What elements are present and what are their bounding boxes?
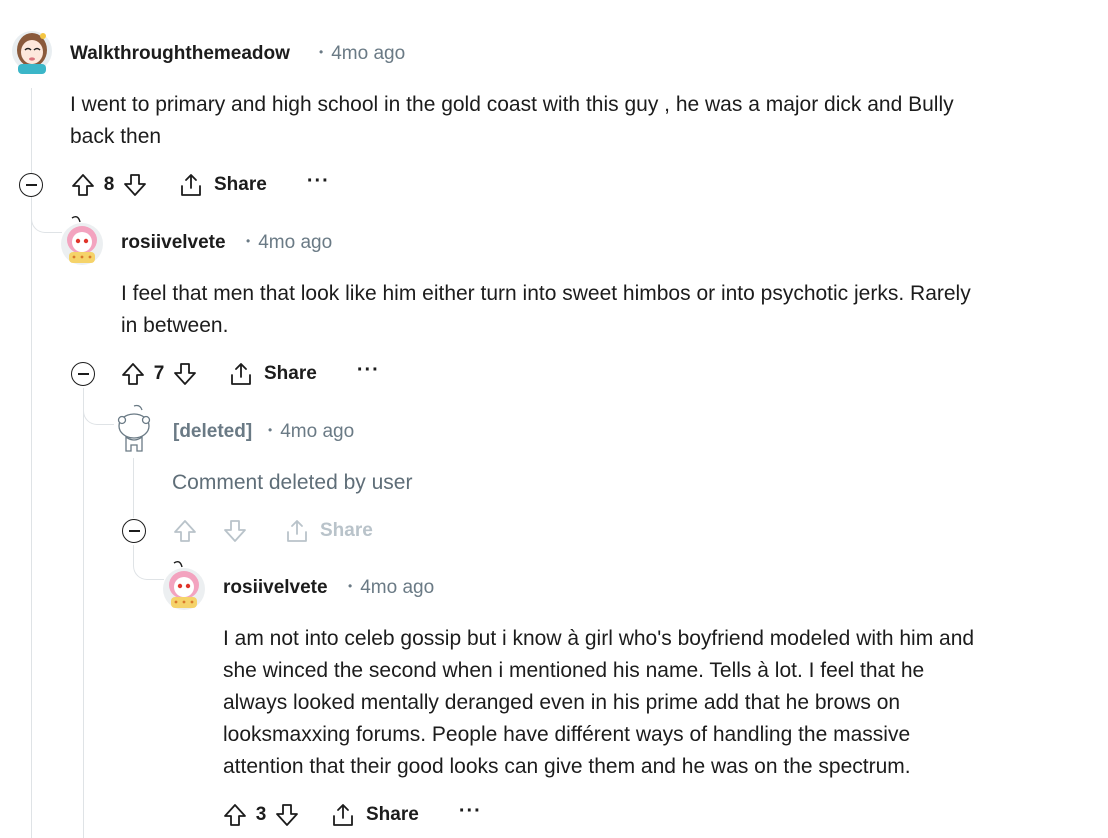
share-button: Share bbox=[284, 518, 373, 544]
comment-body-line: looksmaxxing forums. People have différe… bbox=[223, 723, 911, 746]
share-label: Share bbox=[320, 520, 373, 541]
timestamp-text: 4mo ago bbox=[258, 232, 333, 253]
share-icon bbox=[181, 174, 201, 196]
comment-action-bar: 8 Share ··· bbox=[70, 168, 330, 202]
collapse-thread-button[interactable] bbox=[71, 362, 95, 386]
thread-curve-2 bbox=[83, 388, 114, 425]
comment-body-line: I am not into celeb gossip but i know à … bbox=[223, 627, 975, 650]
meta-separator: • bbox=[348, 579, 353, 593]
timestamp-text: 4mo ago bbox=[331, 43, 406, 64]
comment-timestamp: • 4mo ago bbox=[348, 577, 434, 599]
comment-action-bar: Share bbox=[172, 514, 373, 548]
downvote-icon[interactable] bbox=[172, 361, 198, 387]
share-icon bbox=[231, 363, 251, 385]
thread-line-level1 bbox=[83, 388, 84, 838]
avatar[interactable] bbox=[10, 26, 54, 76]
comment-body-line: in between. bbox=[121, 314, 229, 337]
upvote-icon bbox=[172, 518, 198, 544]
share-label: Share bbox=[366, 804, 419, 825]
thread-line-level2 bbox=[133, 458, 134, 518]
more-options-button[interactable]: ··· bbox=[357, 359, 380, 382]
comment-author: [deleted] bbox=[173, 421, 253, 442]
thread-curve-1 bbox=[31, 200, 62, 233]
comment-timestamp: • 4mo ago bbox=[268, 421, 354, 443]
deleted-user-icon bbox=[117, 404, 151, 452]
comment-body-line: attention that their good looks can give… bbox=[223, 755, 911, 778]
avatar-icon bbox=[163, 560, 205, 610]
meta-separator: • bbox=[268, 423, 273, 437]
comment-body: I feel that men that look like him eithe… bbox=[121, 278, 1091, 342]
comment-body-line: I feel that men that look like him eithe… bbox=[121, 282, 971, 305]
comment-body-line: Comment deleted by user bbox=[172, 471, 413, 494]
share-icon bbox=[287, 520, 307, 542]
avatar bbox=[112, 404, 156, 458]
timestamp-text: 4mo ago bbox=[280, 421, 355, 442]
more-options-button[interactable]: ··· bbox=[459, 800, 482, 823]
comment-action-bar: 7 Share ··· bbox=[120, 357, 380, 391]
meta-separator: • bbox=[246, 234, 251, 248]
upvote-icon[interactable] bbox=[222, 802, 248, 828]
upvote-icon[interactable] bbox=[120, 361, 146, 387]
share-button[interactable]: Share bbox=[330, 802, 419, 828]
share-icon bbox=[333, 804, 353, 826]
comment-author[interactable]: rosiivelvete bbox=[223, 577, 328, 599]
share-button[interactable]: Share bbox=[228, 361, 317, 387]
avatar[interactable] bbox=[162, 559, 206, 613]
comment-body-line: back then bbox=[70, 125, 162, 148]
downvote-icon bbox=[222, 518, 248, 544]
collapse-thread-button[interactable] bbox=[19, 173, 43, 197]
vote-count: 8 bbox=[103, 174, 115, 195]
comment-timestamp: • 4mo ago bbox=[319, 43, 405, 65]
thread-curve-3 bbox=[133, 545, 164, 580]
comment-author[interactable]: rosiivelvete bbox=[121, 232, 226, 254]
downvote-icon[interactable] bbox=[274, 802, 300, 828]
downvote-icon[interactable] bbox=[122, 172, 148, 198]
avatar[interactable] bbox=[60, 214, 104, 268]
comment-body-line: always looked mentally deranged even in … bbox=[223, 691, 901, 714]
more-options-button[interactable]: ··· bbox=[307, 170, 330, 193]
share-label: Share bbox=[214, 174, 267, 195]
timestamp-text: 4mo ago bbox=[360, 577, 435, 598]
comment-author[interactable]: Walkthroughthemeadow bbox=[70, 43, 290, 65]
comment-body: I went to primary and high school in the… bbox=[70, 89, 1080, 153]
share-button[interactable]: Share bbox=[178, 172, 267, 198]
share-label: Share bbox=[264, 363, 317, 384]
avatar-icon bbox=[12, 31, 52, 74]
collapse-thread-button[interactable] bbox=[122, 519, 146, 543]
comment-body-line: she winced the second when i mentioned h… bbox=[223, 659, 925, 682]
meta-separator: • bbox=[319, 45, 324, 59]
comment-body-line: I went to primary and high school in the… bbox=[70, 93, 954, 116]
vote-count: 3 bbox=[255, 804, 267, 825]
comment-body: I am not into celeb gossip but i know à … bbox=[223, 623, 1093, 783]
comment-action-bar: 3 Share ··· bbox=[222, 798, 482, 832]
upvote-icon[interactable] bbox=[70, 172, 96, 198]
comment-body: Comment deleted by user bbox=[172, 467, 1072, 499]
vote-count: 7 bbox=[153, 363, 165, 384]
comment-timestamp: • 4mo ago bbox=[246, 232, 332, 254]
avatar-icon bbox=[61, 215, 103, 265]
